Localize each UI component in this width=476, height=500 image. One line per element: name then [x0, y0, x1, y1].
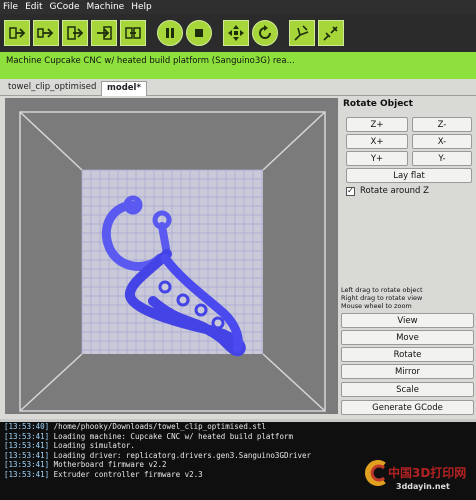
scale-button[interactable]: Scale	[341, 382, 474, 397]
lay-flat-button[interactable]: Lay flat	[346, 168, 472, 183]
rotate-button[interactable]: Rotate	[341, 347, 474, 362]
mirror-button[interactable]: Mirror	[341, 364, 474, 379]
rotate-x-minus-button[interactable]: X-	[412, 134, 472, 149]
rotate-z-plus-button[interactable]: Z+	[346, 117, 408, 132]
view-button[interactable]: View	[341, 313, 474, 328]
menu-help[interactable]: Help	[131, 0, 152, 14]
arrow-right-icon	[97, 26, 112, 40]
menu-machine[interactable]: Machine	[87, 0, 125, 14]
hint-rotate: Left drag to rotate object	[341, 286, 423, 294]
rotate-z-minus-button[interactable]: Z-	[412, 117, 472, 132]
watermark-logo: 中国3D打印网 3ddayin.net	[362, 452, 476, 500]
rotate-x-plus-button[interactable]: X+	[346, 134, 408, 149]
control-panel-button[interactable]	[223, 20, 249, 46]
tab-model[interactable]: model*	[101, 81, 147, 96]
plug-icon	[294, 25, 309, 41]
refresh-icon	[259, 25, 271, 39]
menu-edit[interactable]: Edit	[25, 0, 42, 14]
machine-status-bar: Machine Cupcake CNC w/ heated build plat…	[0, 52, 476, 79]
log-line: [13:53:41] Loading simulator.	[4, 441, 135, 451]
disconnect-button[interactable]	[318, 20, 344, 46]
unplug-icon	[323, 26, 338, 41]
tab-bar: towel_clip_optimised model*	[0, 79, 476, 96]
machine-status-text: Machine Cupcake CNC w/ heated build plat…	[6, 56, 295, 66]
generate-gcode-button[interactable]: Generate GCode	[341, 400, 474, 415]
menu-file[interactable]: File	[3, 0, 18, 14]
build-volume-canvas	[5, 98, 338, 414]
toolbar	[0, 14, 476, 52]
panel-title: Rotate Object	[343, 99, 413, 109]
rotate-around-z-checkbox[interactable]: ✓	[346, 186, 355, 196]
log-line: [13:53:40] /home/phooky/Downloads/towel_…	[4, 422, 266, 431]
watermark-text: 中国3D打印网	[388, 466, 467, 480]
pause-icon	[166, 28, 174, 38]
rotate-around-z-option[interactable]: ✓ Rotate around Z	[346, 186, 429, 196]
build-to-file-button[interactable]	[62, 20, 88, 46]
arrow-right-icon	[67, 26, 84, 40]
rotate-y-minus-button[interactable]: Y-	[412, 151, 472, 166]
stop-button[interactable]	[186, 20, 212, 46]
upload-button[interactable]	[33, 20, 59, 46]
menu-gcode[interactable]: GCode	[50, 0, 80, 14]
watermark-url: 3ddayin.net	[396, 482, 450, 491]
connect-button[interactable]	[289, 20, 315, 46]
rotate-around-z-label: Rotate around Z	[360, 186, 429, 196]
menu-bar: File Edit GCode Machine Help	[0, 0, 476, 14]
log-line: [13:53:41] Loading machine: Cupcake CNC …	[4, 431, 293, 441]
arrow-right-icon	[9, 27, 26, 39]
rotate-object-panel: Rotate Object Z+ Z- X+ X- Y+ Y- Lay flat…	[340, 96, 476, 418]
pause-button[interactable]	[157, 20, 183, 46]
simulate-button[interactable]	[91, 20, 117, 46]
hint-pan: Right drag to rotate view	[341, 294, 423, 302]
arrow-right-icon	[125, 27, 141, 39]
move-arrows-icon	[228, 25, 244, 41]
reset-button[interactable]	[252, 20, 278, 46]
rotate-y-plus-button[interactable]: Y+	[346, 151, 408, 166]
stop-icon	[195, 29, 203, 37]
generate-button[interactable]	[120, 20, 146, 46]
tab-gcode[interactable]: towel_clip_optimised	[3, 81, 101, 96]
replicatorg-window: File Edit GCode Machine Help Machine Cup…	[0, 0, 476, 500]
3d-preview-viewport[interactable]	[5, 98, 338, 414]
move-button[interactable]: Move	[341, 330, 474, 345]
build-button[interactable]	[4, 20, 30, 46]
arrow-right-icon	[37, 28, 54, 38]
hint-zoom: Mouse wheel to zoom	[341, 302, 412, 310]
